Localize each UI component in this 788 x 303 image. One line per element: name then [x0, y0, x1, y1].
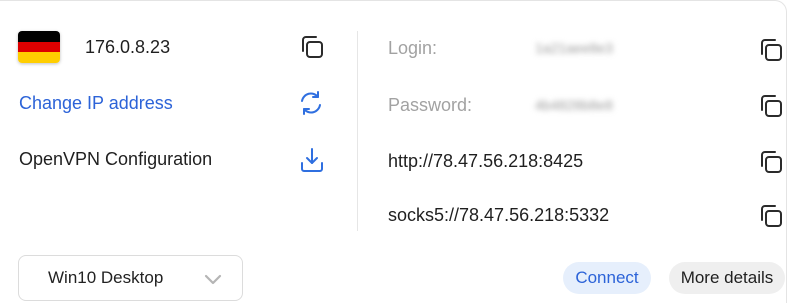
germany-flag-icon: [18, 31, 60, 63]
copy-login-icon[interactable]: [755, 34, 787, 66]
copy-socks-proxy-icon[interactable]: [755, 200, 787, 232]
copy-http-proxy-icon[interactable]: [755, 146, 787, 178]
connect-button[interactable]: Connect: [563, 262, 651, 294]
more-details-button[interactable]: More details: [669, 262, 785, 294]
device-select-value: Win10 Desktop: [48, 268, 164, 287]
http-proxy-address: http://78.47.56.218:8425: [388, 151, 584, 171]
download-icon[interactable]: [296, 144, 328, 176]
copy-password-icon[interactable]: [755, 90, 787, 122]
proxy-card: 176.0.8.23 Change IP address OpenVPN Con…: [0, 0, 787, 303]
password-value: 4b4828b8e8: [535, 97, 613, 113]
login-value: 1a21aee8e3: [535, 40, 613, 56]
login-label: Login:: [388, 38, 438, 58]
chevron-down-icon: [203, 269, 223, 294]
change-ip-link[interactable]: Change IP address: [19, 92, 173, 114]
server-ip: 176.0.8.23: [85, 37, 171, 57]
device-select[interactable]: Win10 Desktop: [18, 255, 243, 301]
password-label: Password:: [388, 95, 473, 115]
copy-ip-icon[interactable]: [296, 31, 328, 63]
socks-proxy-address: socks5://78.47.56.218:5332: [388, 205, 610, 225]
openvpn-config-label: OpenVPN Configuration: [19, 149, 213, 169]
refresh-icon[interactable]: [295, 87, 327, 119]
column-divider: [357, 31, 358, 231]
